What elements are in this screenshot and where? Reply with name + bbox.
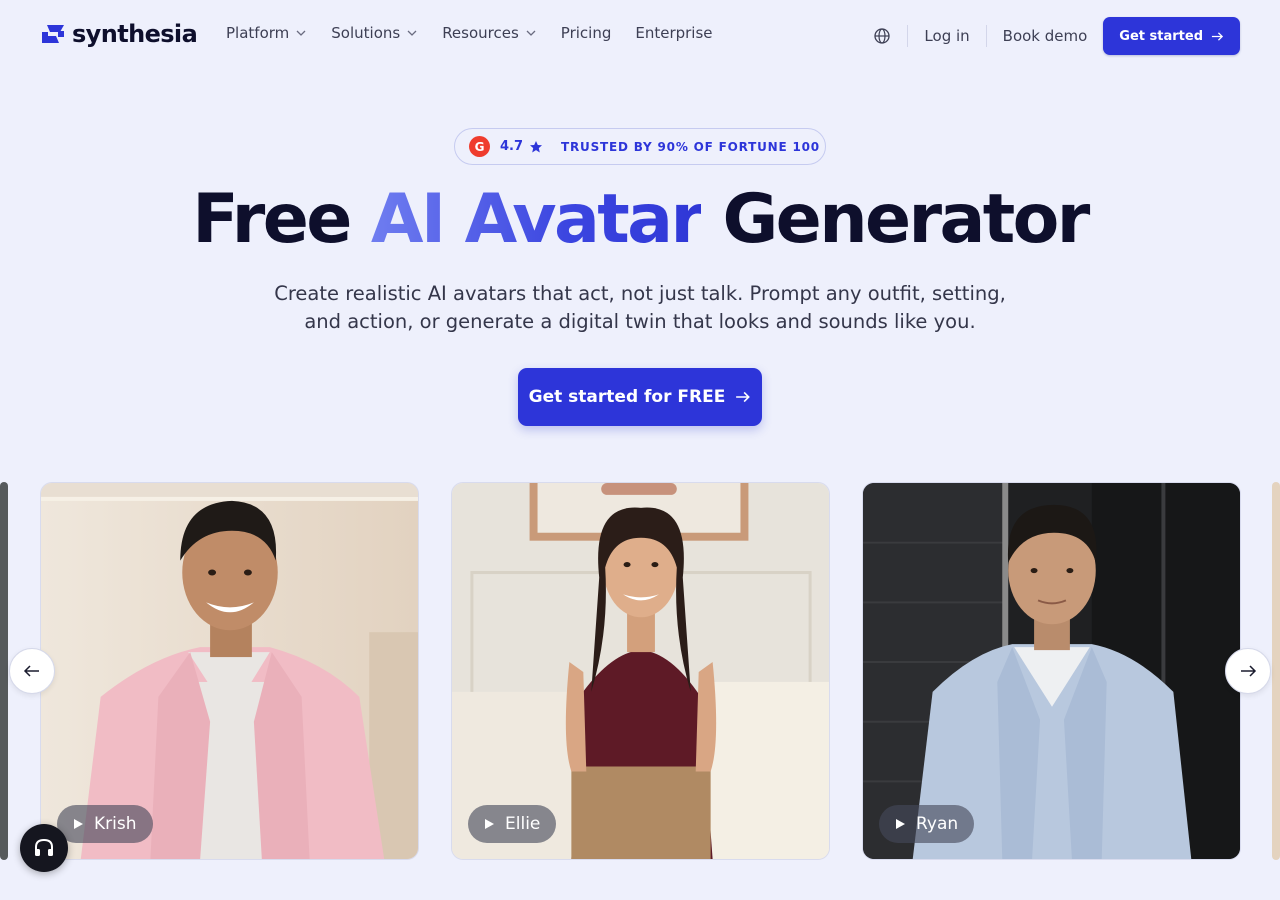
star-icon: [530, 140, 543, 152]
title-part: Free: [192, 180, 371, 259]
get-started-label: Get started: [1119, 28, 1203, 44]
avatar-card-krish[interactable]: Krish: [40, 482, 419, 860]
page-title: Free AI Avatar Generator: [0, 178, 1280, 262]
arrow-right-icon: [1241, 665, 1257, 677]
avatar-name: Ellie: [505, 814, 541, 834]
play-icon: [74, 819, 83, 829]
avatar-name: Krish: [94, 814, 137, 834]
chevron-down-icon: [526, 30, 536, 36]
nav-solutions-label: Solutions: [331, 24, 401, 42]
support-chat-button[interactable]: [20, 824, 68, 872]
g2-logo: G: [469, 136, 490, 157]
carousel-prev-button[interactable]: [9, 648, 55, 694]
nav-resources[interactable]: Resources: [442, 24, 537, 42]
nav-platform[interactable]: Platform: [226, 24, 307, 42]
get-started-button[interactable]: Get started: [1103, 17, 1240, 55]
avatar-name: Ryan: [916, 814, 959, 834]
avatar-card-ryan[interactable]: Ryan: [862, 482, 1241, 860]
play-icon: [485, 819, 494, 829]
play-avatar-ellie[interactable]: Ellie: [468, 805, 557, 843]
nav-enterprise[interactable]: Enterprise: [635, 24, 712, 42]
trusted-text: TRUSTED BY 90% OF FORTUNE 100: [561, 139, 820, 154]
nav-resources-label: Resources: [442, 24, 519, 42]
cta-label: Get started for FREE: [528, 387, 726, 407]
top-navigation: synthesia Platform Solutions Resources P…: [0, 0, 1280, 72]
avatar-image: [0, 482, 8, 860]
arrow-right-icon: [736, 391, 751, 403]
avatar-image: [452, 483, 829, 859]
avatar-image: [863, 483, 1240, 859]
avatar-image: [1272, 482, 1280, 860]
nav-platform-label: Platform: [226, 24, 290, 42]
hero-subtitle: Create realistic AI avatars that act, no…: [274, 282, 1006, 333]
logo-mark-icon: [42, 25, 64, 43]
chevron-down-icon: [407, 30, 417, 36]
avatar-card-ellie[interactable]: Ellie: [451, 482, 830, 860]
title-accent: AI Avatar: [370, 180, 704, 259]
main-menu: Platform Solutions Resources Pricing Ent…: [226, 24, 713, 42]
play-avatar-krish[interactable]: Krish: [57, 805, 153, 843]
carousel-card-partial: [1272, 482, 1280, 860]
play-avatar-ryan[interactable]: Ryan: [879, 805, 975, 843]
login-link[interactable]: Log in: [908, 27, 985, 45]
avatar-image: [41, 483, 418, 859]
carousel-card-partial: [0, 482, 8, 860]
globe-icon[interactable]: [873, 27, 891, 45]
book-demo-link[interactable]: Book demo: [987, 27, 1104, 45]
synthesia-logo[interactable]: synthesia: [40, 20, 198, 48]
nav-actions: Log in Book demo Get started: [873, 17, 1240, 55]
headset-icon: [35, 838, 53, 856]
rating-value: 4.7: [500, 139, 524, 154]
arrow-right-icon: [1211, 31, 1224, 41]
carousel-next-button[interactable]: [1225, 648, 1271, 694]
nav-solutions[interactable]: Solutions: [331, 24, 418, 42]
get-started-free-button[interactable]: Get started for FREE: [518, 368, 762, 426]
chevron-down-icon: [296, 30, 306, 36]
title-part: Generator: [701, 180, 1090, 259]
nav-pricing[interactable]: Pricing: [561, 24, 612, 42]
play-icon: [896, 819, 905, 829]
logo-text: synthesia: [72, 20, 198, 48]
arrow-left-icon: [23, 665, 39, 677]
trust-badge: G 4.7 TRUSTED BY 90% OF FORTUNE 100: [454, 128, 826, 165]
